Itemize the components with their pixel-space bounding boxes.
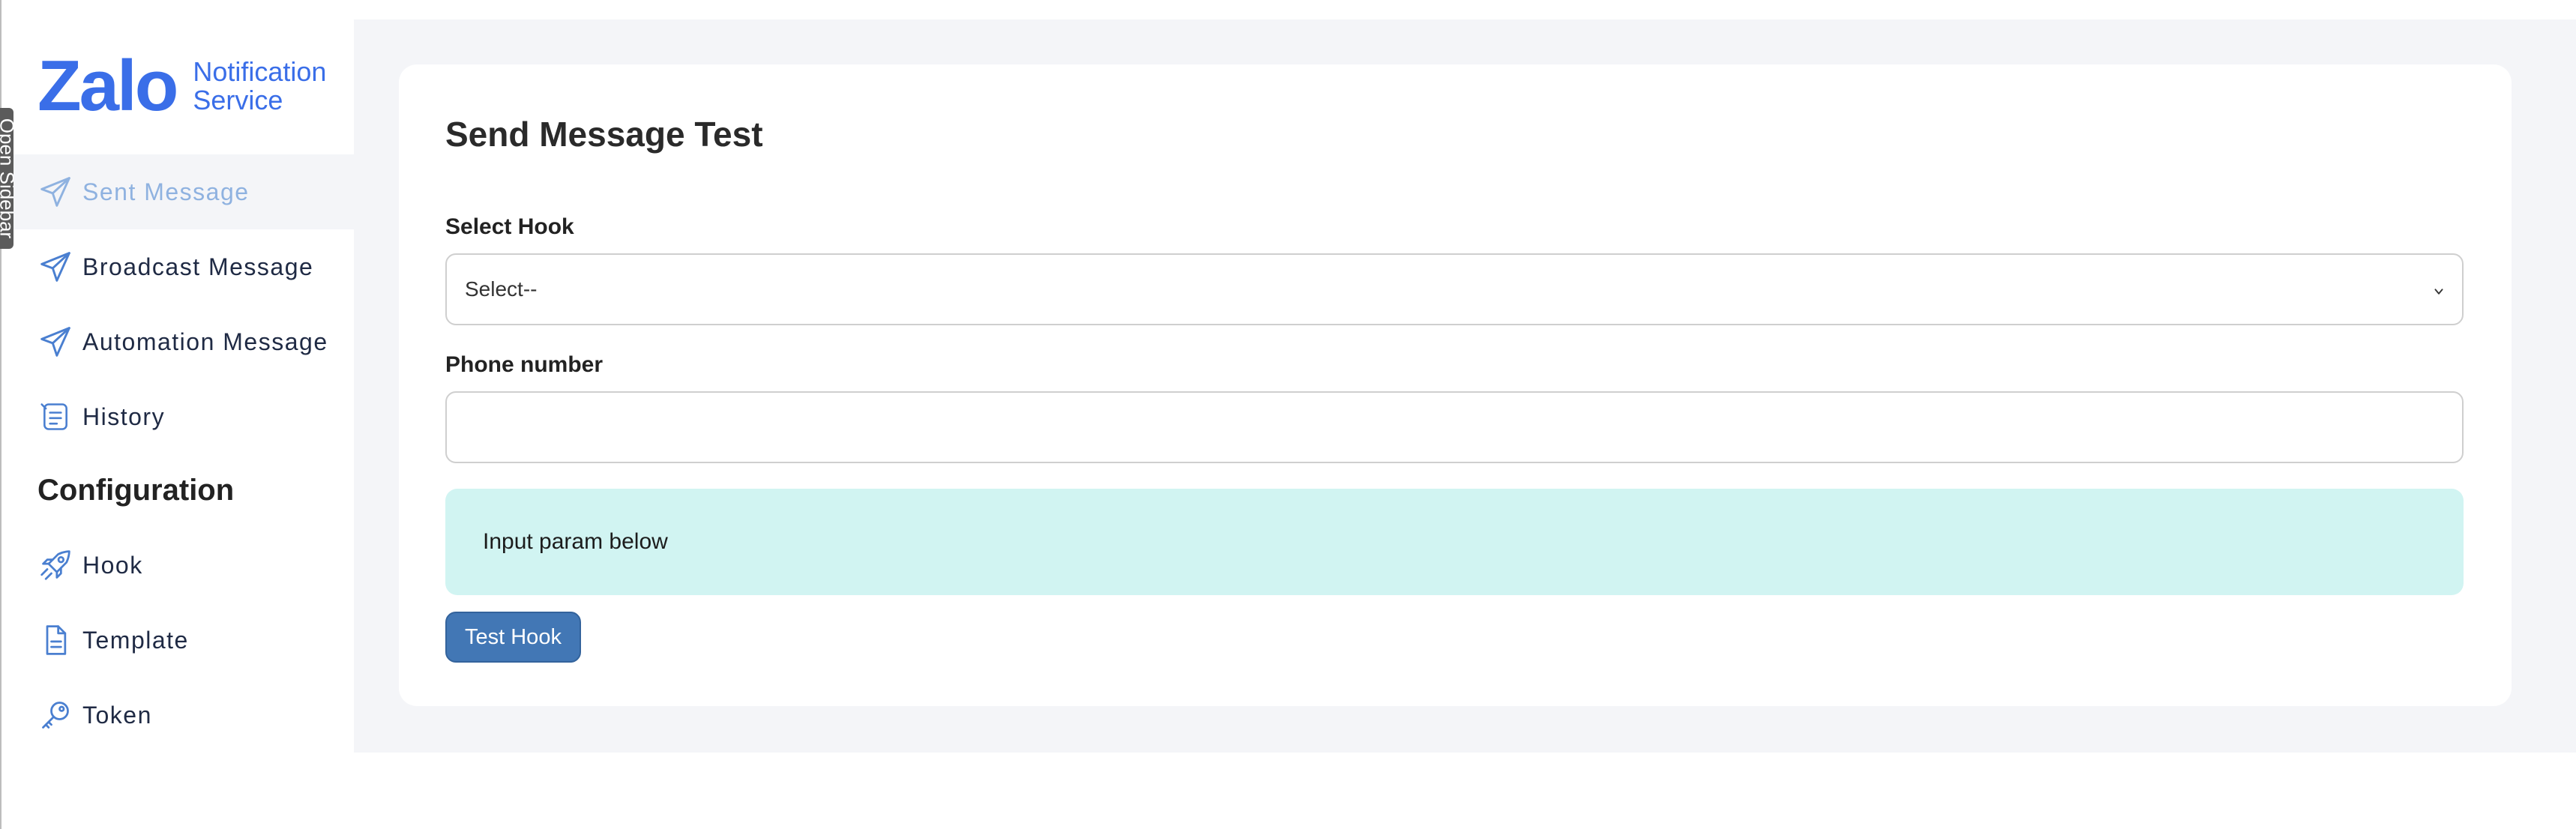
select-hook-value: Select--	[465, 277, 538, 301]
document-icon	[37, 622, 73, 658]
sidebar: Zalo Notification Service Sent Message B…	[1, 0, 354, 829]
send-icon	[37, 324, 73, 360]
send-message-card: Send Message Test Select Hook Select-- P…	[399, 64, 2512, 706]
logo-subtitle-line1: Notification	[193, 56, 327, 87]
send-icon	[37, 174, 73, 210]
sidebar-item-label: Automation Message	[82, 328, 328, 355]
open-sidebar-label: Open Sidebar	[0, 118, 13, 239]
logo-subtitle: Notification Service	[193, 58, 326, 115]
rocket-icon	[37, 547, 73, 583]
configuration-heading: Configuration	[37, 474, 235, 507]
main-content: Send Message Test Select Hook Select-- P…	[354, 19, 2576, 753]
page-title: Send Message Test	[445, 115, 763, 154]
key-icon	[37, 697, 73, 733]
logo-subtitle-line2: Service	[193, 85, 283, 115]
phone-number-label: Phone number	[445, 352, 604, 377]
test-hook-button[interactable]: Test Hook	[445, 612, 581, 663]
sidebar-item-template[interactable]: Template	[1, 603, 354, 678]
brand-logo[interactable]: Zalo Notification Service	[37, 46, 326, 126]
logo-wordmark: Zalo	[37, 46, 178, 126]
sidebar-item-label: Token	[82, 701, 152, 729]
open-sidebar-tab[interactable]: Open Sidebar	[0, 108, 13, 249]
sidebar-item-broadcast-message[interactable]: Broadcast Message	[1, 229, 354, 304]
sidebar-item-hook[interactable]: Hook	[1, 528, 354, 603]
sidebar-item-label: Broadcast Message	[82, 253, 314, 280]
select-hook-label: Select Hook	[445, 214, 574, 239]
sidebar-item-automation-message[interactable]: Automation Message	[1, 304, 354, 379]
chevron-down-icon	[2431, 281, 2447, 298]
sidebar-item-label: History	[82, 403, 166, 430]
param-info-box: Input param below	[445, 489, 2464, 595]
param-info-text: Input param below	[483, 529, 668, 554]
send-icon	[37, 249, 73, 285]
sidebar-item-label: Hook	[82, 551, 143, 579]
sidebar-item-sent-message[interactable]: Sent Message	[1, 154, 354, 229]
sidebar-item-token[interactable]: Token	[1, 678, 354, 753]
phone-number-input[interactable]	[445, 391, 2464, 463]
select-hook-dropdown[interactable]: Select--	[445, 253, 2464, 325]
history-icon	[37, 399, 73, 435]
sidebar-item-label: Template	[82, 626, 189, 654]
sidebar-item-label: Sent Message	[82, 178, 250, 205]
sidebar-item-history[interactable]: History	[1, 379, 354, 454]
